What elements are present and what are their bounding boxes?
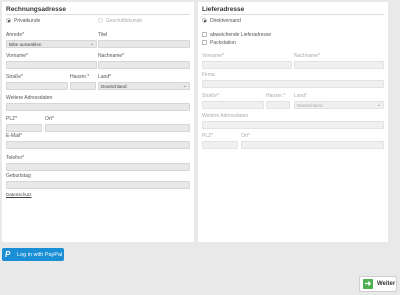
- billing-zip-input[interactable]: [6, 124, 42, 132]
- shipping-street-input[interactable]: [202, 101, 264, 109]
- radio-direct[interactable]: [202, 18, 207, 23]
- shipping-country-label: Land*: [294, 93, 308, 99]
- shipping-lastname-label: Nachname*: [294, 53, 321, 59]
- shipping-zip-input[interactable]: [202, 141, 238, 149]
- paypal-button-label: Log in with PayPal: [17, 252, 63, 258]
- radio-private[interactable]: [6, 18, 11, 23]
- radio-direct-label: Direktversand: [210, 18, 241, 24]
- privacy-link[interactable]: Datenschutz: [6, 192, 32, 197]
- salutation-value: Bitte auswählen: [9, 42, 42, 47]
- billing-additional-label: Weitere Adressdaten: [6, 95, 53, 101]
- arrow-right-icon: ➜: [363, 279, 373, 289]
- shipping-street-label: Straße*: [202, 93, 219, 99]
- shipping-zip-label: PLZ*: [202, 133, 214, 139]
- billing-country-select[interactable]: Deutschland ⌄: [98, 82, 190, 90]
- checkbox-packstation[interactable]: [202, 40, 207, 45]
- billing-lastname-label: Nachname*: [98, 53, 125, 59]
- birthday-input[interactable]: [6, 181, 190, 189]
- shipping-heading: Lieferadresse: [202, 6, 245, 13]
- billing-street-label: Straße*: [6, 74, 23, 80]
- shipping-firstname-label: Vorname*: [202, 53, 224, 59]
- billing-country-label: Land*: [98, 74, 112, 80]
- email-label: E-Mail*: [6, 133, 23, 139]
- next-button[interactable]: ➜ Weiter: [359, 276, 397, 292]
- shipping-city-label: Ort*: [241, 133, 250, 139]
- shipping-housenumber-input[interactable]: [266, 101, 290, 109]
- shipping-city-input[interactable]: [241, 141, 384, 149]
- title-label: Titel: [98, 32, 108, 38]
- salutation-select[interactable]: Bitte auswählen ⌄: [6, 40, 97, 48]
- billing-street-input[interactable]: [6, 82, 68, 90]
- birthday-label: Geburtstag: [6, 173, 31, 179]
- billing-heading: Rechnungsadresse: [6, 6, 66, 13]
- billing-country-value: Deutschland: [101, 84, 127, 89]
- chevron-down-icon: ⌄: [376, 102, 381, 108]
- next-button-label: Weiter: [377, 281, 396, 287]
- billing-zip-label: PLZ*: [6, 116, 18, 122]
- packstation-label: Packstation: [210, 40, 236, 46]
- shipping-country-select[interactable]: Deutschland ⌄: [294, 101, 384, 109]
- shipping-additional-input[interactable]: [202, 121, 384, 129]
- billing-firstname-label: Vorname*: [6, 53, 28, 59]
- company-label: Firma: [202, 72, 215, 78]
- billing-divider: [6, 14, 190, 15]
- billing-city-label: Ort*: [45, 116, 54, 122]
- billing-housenumber-input[interactable]: [70, 82, 96, 90]
- chevron-down-icon: ⌄: [89, 41, 94, 47]
- title-input[interactable]: [98, 40, 190, 48]
- phone-input[interactable]: [6, 163, 190, 171]
- other-address-label: abweichende Lieferadresse: [210, 32, 272, 38]
- email-input[interactable]: [6, 141, 190, 149]
- paypal-login-button[interactable]: P Log in with PayPal: [2, 248, 64, 261]
- radio-business-label: Geschäftskunde: [106, 18, 143, 24]
- paypal-icon: P: [5, 250, 11, 259]
- shipping-panel: Lieferadresse Direktversand abweichende …: [198, 2, 388, 242]
- shipping-divider: [202, 14, 384, 15]
- billing-city-input[interactable]: [45, 124, 190, 132]
- billing-housenumber-label: Hausnr.*: [70, 74, 90, 80]
- shipping-lastname-input[interactable]: [294, 61, 384, 69]
- company-input[interactable]: [202, 80, 384, 88]
- shipping-housenumber-label: Hausnr.*: [266, 93, 286, 99]
- phone-label: Telefon*: [6, 155, 25, 161]
- shipping-country-value: Deutschland: [297, 103, 323, 108]
- shipping-additional-label: Weitere Adressdaten: [202, 113, 249, 119]
- checkbox-other-address[interactable]: [202, 32, 207, 37]
- radio-business[interactable]: [98, 18, 103, 23]
- chevron-down-icon: ⌄: [182, 83, 187, 89]
- billing-additional-input[interactable]: [6, 103, 190, 111]
- billing-firstname-input[interactable]: [6, 61, 97, 69]
- radio-private-label: Privatkunde: [14, 18, 41, 24]
- billing-panel: Rechnungsadresse Privatkunde Geschäftsku…: [2, 2, 194, 242]
- salutation-label: Anrede*: [6, 32, 25, 38]
- shipping-firstname-input[interactable]: [202, 61, 292, 69]
- billing-lastname-input[interactable]: [98, 61, 190, 69]
